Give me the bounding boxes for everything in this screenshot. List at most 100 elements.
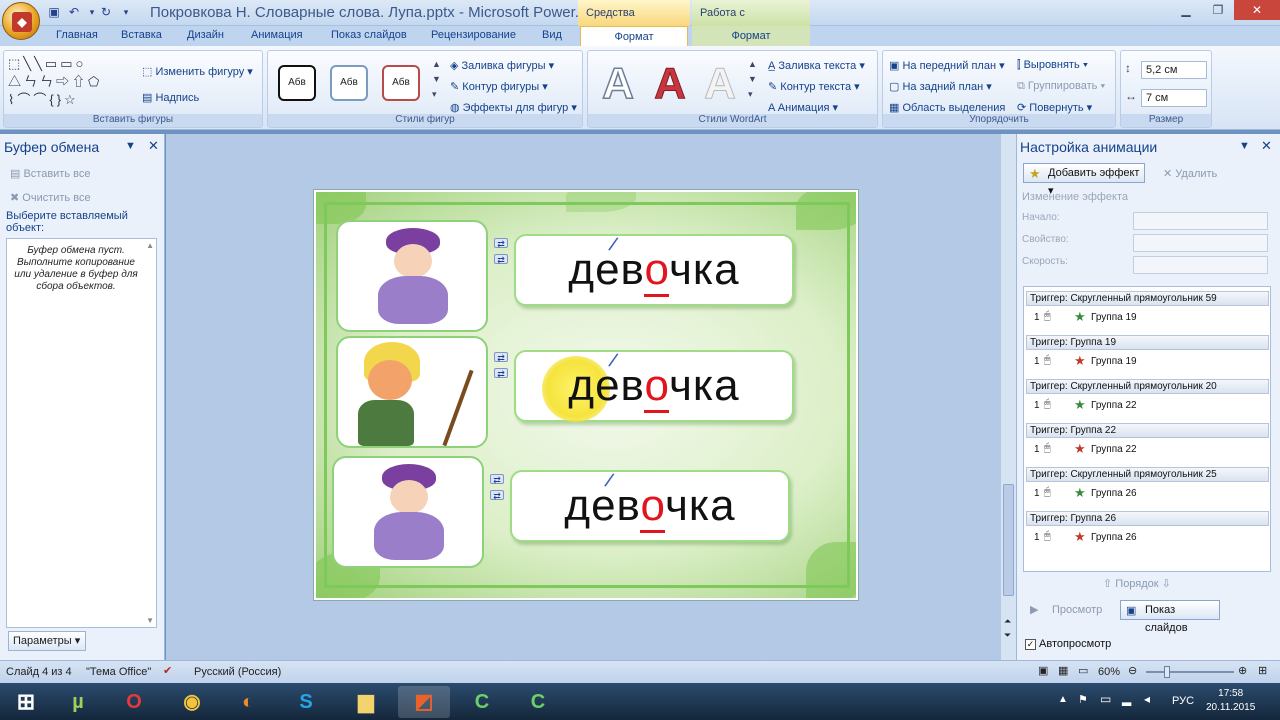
height-input[interactable]: 5,2 см [1141, 61, 1207, 79]
reorder-control[interactable]: ⇧ Порядок ⇩ [1103, 577, 1171, 590]
slide-scrollbar[interactable]: ⏶ ⏷ [1000, 134, 1016, 660]
trigger-header[interactable]: Триггер: Скругленный прямоугольник 59 [1026, 291, 1269, 306]
width-input[interactable]: 7 см [1141, 89, 1207, 107]
trigger-icon[interactable]: ⇄ [490, 474, 504, 485]
camtasia-icon[interactable]: C [456, 686, 508, 718]
tab-design[interactable]: Дизайн [187, 29, 224, 41]
pane-close-icon[interactable]: ✕ [1261, 138, 1272, 154]
pane-close-icon[interactable]: ✕ [148, 138, 159, 154]
scroll-up-icon[interactable]: ▲ [146, 241, 154, 250]
trigger-icon[interactable]: ⇄ [494, 368, 508, 379]
animation-item[interactable]: 1 🖱 ★ Группа 22 [1026, 395, 1269, 415]
slideshow-view-icon[interactable]: ▭ [1078, 664, 1088, 677]
zoom-slider[interactable] [1146, 671, 1234, 673]
clock[interactable]: 17:58 20.11.2015 [1206, 687, 1255, 715]
animation-item[interactable]: 1 🖱 ★ Группа 26 [1026, 527, 1269, 547]
text-animation-button[interactable]: A Анимация ▾ [768, 101, 838, 114]
tab-animation[interactable]: Анимация [251, 29, 303, 41]
tray-arrow-icon[interactable]: ▲ [1058, 694, 1068, 705]
trigger-header[interactable]: Триггер: Группа 22 [1026, 423, 1269, 438]
clear-all-button[interactable]: ✖ Очистить все [10, 191, 91, 204]
selection-pane-button[interactable]: ▦ Область выделения [889, 101, 1005, 114]
shape-styles-scroll[interactable]: ▲ ▼ ▾ [432, 57, 441, 102]
skype-icon[interactable]: S [280, 686, 332, 718]
remove-button[interactable]: ✕ Удалить [1163, 167, 1217, 180]
tab-home[interactable]: Главная [56, 29, 98, 41]
windows-start-icon[interactable]: ⊞ [0, 686, 52, 718]
firefox-icon[interactable]: ◐ [222, 686, 274, 718]
trigger-header[interactable]: Триггер: Группа 26 [1026, 511, 1269, 526]
trigger-header[interactable]: Триггер: Группа 19 [1026, 335, 1269, 350]
chrome-icon[interactable]: ◉ [166, 686, 218, 718]
camtasia-recorder-icon[interactable]: C [512, 686, 564, 718]
slide-canvas[interactable]: ⇄ ⇄ / девочка ⇄ ⇄ / девочка ⇄ ⇄ / девочк… [314, 190, 858, 600]
tab-review[interactable]: Рецензирование [431, 29, 516, 41]
scroll-down-icon[interactable]: ▼ [146, 616, 154, 625]
word-box-1[interactable]: / девочка [514, 234, 794, 306]
property-select[interactable] [1133, 234, 1268, 252]
cartoon-picture-2[interactable] [336, 336, 488, 448]
tray-volume-icon[interactable]: ◂ [1144, 692, 1150, 706]
wordart-style-1[interactable]: A [596, 60, 640, 108]
utorrent-icon[interactable]: µ [52, 686, 104, 718]
doll-picture-1[interactable] [336, 220, 488, 332]
shape-style-2[interactable]: Абв [330, 65, 368, 101]
speed-select[interactable] [1133, 256, 1268, 274]
theme-name[interactable]: "Тема Office" [86, 666, 151, 678]
office-button[interactable]: ◆ [2, 2, 40, 40]
trigger-header[interactable]: Триггер: Скругленный прямоугольник 20 [1026, 379, 1269, 394]
tab-insert[interactable]: Вставка [121, 29, 162, 41]
tab-view[interactable]: Вид [542, 29, 562, 41]
paste-all-button[interactable]: ▤ Вставить все [10, 167, 90, 180]
zoom-out-icon[interactable]: ⊖ [1128, 664, 1137, 677]
preview-button[interactable]: ▶ Просмотр [1022, 600, 1112, 620]
trigger-icon[interactable]: ⇄ [494, 352, 508, 363]
language-indicator[interactable]: Русский (Россия) [194, 666, 281, 678]
text-outline-button[interactable]: ✎ Контур текста ▾ [768, 80, 860, 93]
wordart-style-2[interactable]: A [648, 60, 692, 107]
redo-icon[interactable]: ↻ [98, 4, 114, 20]
zoom-level[interactable]: 60% [1098, 666, 1120, 678]
shape-effects-button[interactable]: ◍ Эффекты для фигур ▾ [450, 101, 577, 114]
tab-format-picture[interactable]: Формат [692, 26, 810, 46]
trigger-header[interactable]: Триггер: Скругленный прямоугольник 25 [1026, 467, 1269, 482]
sorter-view-icon[interactable]: ▦ [1058, 664, 1068, 677]
normal-view-icon[interactable]: ▣ [1038, 664, 1048, 677]
animation-item[interactable]: 1 🖱 ★ Группа 19 [1026, 307, 1269, 327]
tray-display-icon[interactable]: ▭ [1100, 692, 1111, 706]
change-shape-button[interactable]: ⬚ Изменить фигуру ▾ [142, 65, 253, 78]
caption-button[interactable]: ▤ Надпись [142, 91, 199, 104]
send-back-button[interactable]: ▢ На задний план ▾ [889, 80, 992, 93]
language-tray[interactable]: РУС [1172, 695, 1194, 707]
options-button[interactable]: Параметры ▾ [8, 631, 86, 651]
next-slide-icon[interactable]: ⏷ [1004, 630, 1011, 641]
spellcheck-icon[interactable]: ✔ [163, 664, 172, 677]
zoom-slider-thumb[interactable] [1164, 666, 1170, 678]
wordart-style-3[interactable]: A [698, 60, 742, 107]
customize-qat-icon[interactable]: ▾ [118, 4, 134, 20]
close-button[interactable]: ✕ [1234, 0, 1280, 20]
shapes-gallery[interactable]: ⬚╲╲▭▭○ △ㄣㄣ⇨⇧⬠ ⌇⌒⌒{}☆ [8, 55, 136, 111]
animation-item[interactable]: 1 🖱 ★ Группа 26 [1026, 483, 1269, 503]
tab-slideshow[interactable]: Показ слайдов [331, 29, 407, 41]
add-effect-button[interactable]: ★ Добавить эффект ▾ [1023, 163, 1145, 197]
text-fill-button[interactable]: A̲ Заливка текста ▾ [768, 59, 865, 72]
save-icon[interactable]: ▣ [46, 4, 62, 20]
file-explorer-icon[interactable]: ▆ [340, 686, 392, 718]
slideshow-button[interactable]: ▣ Показ слайдов [1120, 600, 1220, 634]
fit-window-icon[interactable]: ⊞ [1258, 664, 1267, 677]
pane-menu-icon[interactable]: ▼ [1239, 140, 1250, 152]
powerpoint-taskbar-icon[interactable]: ◩ [398, 686, 450, 718]
start-select[interactable] [1133, 212, 1268, 230]
tray-flag-icon[interactable]: ⚑ [1078, 693, 1088, 706]
restore-button[interactable]: ❐ [1204, 0, 1232, 20]
align-button[interactable]: ⫿ Выровнять ▾ [1017, 59, 1088, 72]
pane-menu-icon[interactable]: ▼ [125, 140, 136, 152]
autopreview-checkbox[interactable]: ✓ Автопросмотр [1025, 638, 1111, 650]
trigger-icon[interactable]: ⇄ [490, 490, 504, 501]
shape-fill-button[interactable]: ◈ Заливка фигуры ▾ [450, 59, 554, 72]
shape-style-3[interactable]: Абв [382, 65, 420, 101]
scrollbar-thumb[interactable] [1003, 484, 1014, 596]
trigger-icon[interactable]: ⇄ [494, 238, 508, 249]
rotate-button[interactable]: ⟳ Повернуть ▾ [1017, 101, 1092, 114]
